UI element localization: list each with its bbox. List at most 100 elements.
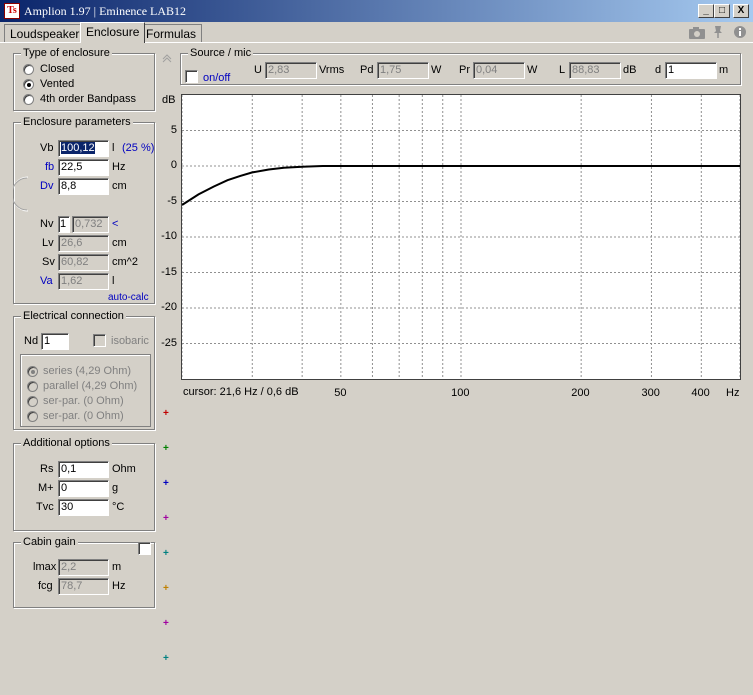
- dv-input[interactable]: 8,8: [58, 178, 109, 195]
- radio-parallel[interactable]: [27, 381, 38, 392]
- radio-bandpass[interactable]: [23, 94, 34, 105]
- dv-label[interactable]: Dv: [40, 180, 53, 192]
- electrical-title: Electrical connection: [21, 310, 126, 322]
- radio-closed[interactable]: [23, 64, 34, 75]
- frequency-response-chart[interactable]: [181, 95, 741, 379]
- tvc-input[interactable]: 30: [58, 499, 109, 516]
- plot-area[interactable]: [181, 94, 741, 380]
- fcg-unit: Hz: [112, 580, 126, 592]
- lmax-label: lmax: [33, 561, 57, 573]
- radio-serpar-2-label[interactable]: ser-par. (0 Ohm): [43, 410, 124, 422]
- tvc-label: Tvc: [36, 501, 54, 513]
- pr-input: 0,04: [473, 62, 525, 79]
- add-curve-plus-icon[interactable]: +: [163, 513, 169, 524]
- add-curve-plus-icon[interactable]: +: [163, 478, 169, 489]
- add-curve-plus-icon[interactable]: +: [163, 618, 169, 629]
- m-label: M+: [38, 482, 54, 494]
- l-input: 88,83: [569, 62, 621, 79]
- fb-input[interactable]: 22,5: [58, 159, 109, 176]
- minimize-button[interactable]: _: [698, 4, 714, 18]
- m-input[interactable]: 0: [58, 480, 109, 497]
- vb-input[interactable]: 100,12: [58, 140, 109, 157]
- source-mic-title: Source / mic: [188, 47, 254, 59]
- y-tick-label: 5: [170, 123, 177, 136]
- info-icon[interactable]: [733, 25, 747, 39]
- vb-unit: l: [112, 142, 115, 154]
- onoff-label[interactable]: on/off: [203, 72, 230, 84]
- y-axis-label: dB: [162, 94, 176, 106]
- va-input: 1,62: [58, 273, 109, 290]
- add-curve-plus-icon[interactable]: +: [163, 653, 169, 664]
- app-icon[interactable]: Ts: [4, 3, 20, 19]
- additional-title: Additional options: [21, 437, 112, 449]
- x-tick-label: 100: [451, 387, 470, 399]
- radio-vented[interactable]: [23, 79, 34, 90]
- m-unit: g: [112, 482, 119, 494]
- radio-serpar-1-label[interactable]: ser-par. (0 Ohm): [43, 395, 124, 407]
- x-tick-label: 300: [641, 387, 660, 399]
- radio-parallel-label[interactable]: parallel (4,29 Ohm): [43, 380, 137, 392]
- nd-input[interactable]: 1: [41, 333, 69, 350]
- sv-label: Sv: [42, 256, 55, 268]
- lv-label: Lv: [42, 237, 54, 249]
- u-label: U: [254, 64, 262, 76]
- nv-label: Nv: [40, 218, 54, 230]
- y-tick-label: 0: [170, 159, 177, 171]
- isobaric-checkbox[interactable]: [93, 334, 106, 347]
- fb-unit: Hz: [112, 161, 126, 173]
- sv-input: 60,82: [58, 254, 109, 271]
- fcg-label: fcg: [38, 580, 53, 592]
- radio-bandpass-label[interactable]: 4th order Bandpass: [40, 93, 136, 105]
- x-axis-unit: Hz: [726, 387, 740, 399]
- pin-icon[interactable]: [712, 25, 724, 39]
- pd-input: 1,75: [377, 62, 429, 79]
- nv-input[interactable]: 1: [58, 216, 70, 233]
- d-label: d: [655, 64, 662, 76]
- isobaric-label[interactable]: isobaric: [111, 335, 149, 347]
- y-tick-label: -5: [167, 194, 177, 207]
- vb-percent: (25 %): [122, 142, 155, 154]
- radio-closed-label[interactable]: Closed: [40, 63, 74, 75]
- window-title: Amplion 1.97 | Eminence LAB12: [24, 4, 187, 18]
- va-unit: l: [112, 275, 115, 287]
- cabin-gain-checkbox[interactable]: [138, 542, 151, 555]
- nd-label: Nd: [24, 335, 39, 347]
- lmax-unit: m: [112, 561, 122, 573]
- title-bar: Ts Amplion 1.97 | Eminence LAB12 _ □ X: [0, 0, 753, 22]
- tab-formulas[interactable]: Formulas: [140, 24, 203, 42]
- x-tick-label: 50: [334, 387, 347, 399]
- tab-enclosure[interactable]: Enclosure: [80, 22, 146, 43]
- x-tick-label: 400: [691, 387, 710, 399]
- tab-loudspeaker[interactable]: Loudspeaker: [4, 24, 86, 42]
- add-curve-plus-icon[interactable]: +: [163, 408, 169, 419]
- close-button[interactable]: X: [733, 4, 749, 18]
- rs-input[interactable]: 0,1: [58, 461, 109, 478]
- x-tick-label: 200: [571, 387, 590, 399]
- onoff-checkbox[interactable]: [185, 70, 198, 83]
- dv-unit: cm: [112, 180, 127, 192]
- auto-calc-link[interactable]: auto-calc: [108, 292, 149, 303]
- side-handle-icon[interactable]: [13, 176, 29, 212]
- radio-serpar-1[interactable]: [27, 396, 38, 407]
- radio-series-label[interactable]: series (4,29 Ohm): [43, 365, 131, 377]
- camera-icon[interactable]: [688, 26, 706, 40]
- vb-value: 100,12: [61, 142, 95, 154]
- maximize-button[interactable]: □: [714, 4, 730, 18]
- add-curve-plus-icon[interactable]: +: [163, 548, 169, 559]
- radio-series[interactable]: [27, 366, 38, 377]
- d-input[interactable]: 1: [665, 62, 717, 79]
- u-input: 2,83: [265, 62, 317, 79]
- add-curve-plus-icon[interactable]: +: [163, 443, 169, 454]
- radio-vented-label[interactable]: Vented: [40, 78, 74, 90]
- collapse-chevron-icon[interactable]: [162, 54, 172, 64]
- pr-unit: W: [527, 64, 538, 76]
- enclosure-params-title: Enclosure parameters: [21, 116, 133, 128]
- add-curve-plus-icon[interactable]: +: [163, 583, 169, 594]
- cabin-gain-title: Cabin gain: [21, 536, 78, 548]
- va-label[interactable]: Va: [40, 275, 53, 287]
- radio-serpar-2[interactable]: [27, 411, 38, 422]
- vb-label: Vb: [40, 142, 54, 154]
- fb-label[interactable]: fb: [45, 161, 54, 173]
- nv-arrow[interactable]: <: [112, 218, 118, 230]
- d-unit: m: [719, 64, 729, 76]
